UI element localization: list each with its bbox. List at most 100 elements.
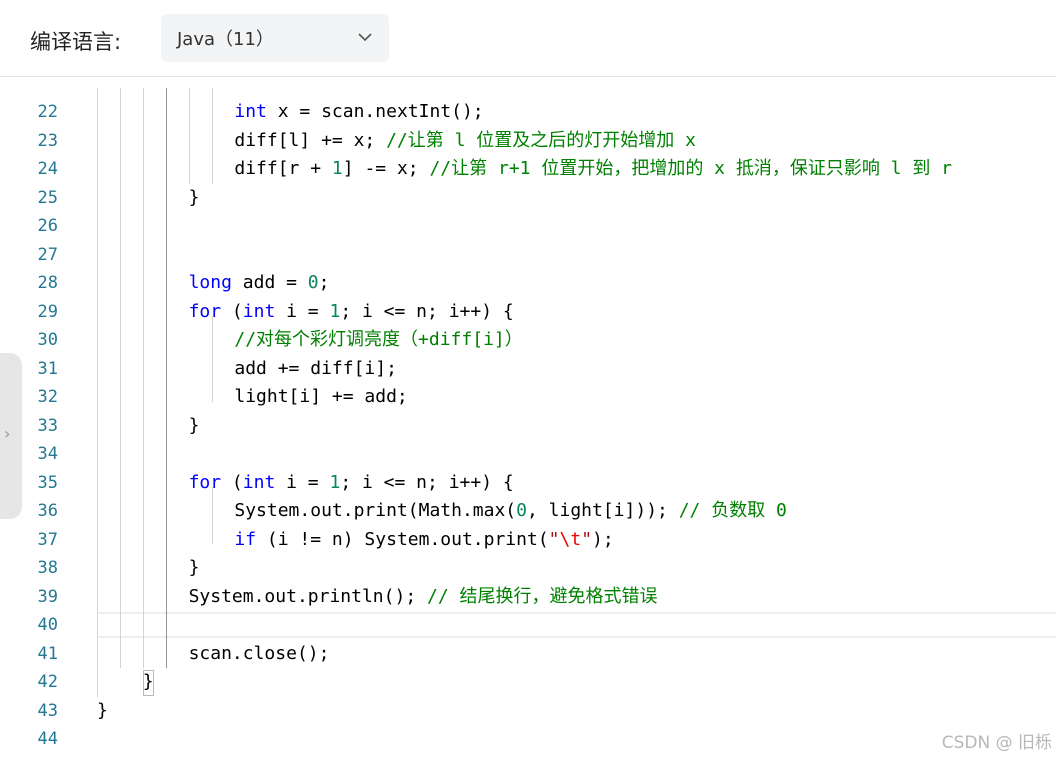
toolbar: 编译语言: Java（11） xyxy=(0,0,1056,77)
line-number: 40 xyxy=(37,615,58,635)
code-token: ; xyxy=(318,272,330,293)
code-line: 26 xyxy=(0,212,1056,241)
code-line: 41 scan.close(); xyxy=(0,640,1056,669)
code-line: 24 diff[r + 1] -= x; //让第 r+1 位置开始，把增加的 x… xyxy=(0,155,1056,184)
code-line: 23 diff[l] += x; //让第 l 位置及之后的灯开始增加 x xyxy=(0,127,1056,156)
code-line: 40 xyxy=(0,611,1056,640)
code-text: add += diff[i]; xyxy=(234,355,397,384)
code-token: ; i <= n; i++) { xyxy=(340,471,514,493)
code-text: long add = 0; xyxy=(189,269,330,298)
code-editor[interactable]: 22 int x = scan.nextInt(); 23 diff[l] += x;… xyxy=(0,88,1056,759)
code-line: 31 add += diff[i]; xyxy=(0,355,1056,384)
code-line: 27 xyxy=(0,241,1056,270)
language-select[interactable]: Java（11） xyxy=(161,14,389,62)
code-line: 39 System.out.println(); // 结尾换行，避免格式错误 xyxy=(0,583,1056,612)
code-text: diff[r + 1] -= x; //让第 r+1 位置开始，把增加的 x 抵… xyxy=(234,155,952,184)
code-token: int xyxy=(242,471,276,493)
code-token: 1 xyxy=(329,471,341,493)
watermark: CSDN @ 旧栎 xyxy=(941,733,1052,753)
code-token: // 负数取 0 xyxy=(678,500,787,521)
code-line: 36 System.out.print(Math.max(0, light[i])… xyxy=(0,497,1056,526)
code-line: 35 for (int i = 1; i <= n; i++) { xyxy=(0,469,1056,498)
code-line: 33} xyxy=(0,412,1056,441)
code-token: //对每个彩灯调亮度（+diff[i]） xyxy=(234,329,523,350)
line-number: 24 xyxy=(37,159,58,179)
code-text: if (i != n) System.out.print("\t"); xyxy=(234,526,613,555)
code-text: } xyxy=(143,668,154,697)
code-text: } xyxy=(97,697,108,726)
code-token: x = scan.nextInt(); xyxy=(277,101,484,122)
code-token: i = xyxy=(275,471,330,493)
code-token: ( xyxy=(221,471,243,493)
line-number: 38 xyxy=(37,558,58,578)
code-line: 28 long add = 0; xyxy=(0,269,1056,298)
sidebar-toggle[interactable]: › xyxy=(0,353,22,519)
code-text: light[i] += add; xyxy=(234,383,407,412)
code-token: } xyxy=(188,186,200,208)
code-token: ); xyxy=(592,528,614,550)
code-text: int x = scan.nextInt(); xyxy=(234,98,483,127)
code-line: 42} xyxy=(0,668,1056,697)
code-token: for xyxy=(188,300,222,322)
code-line: 43} xyxy=(0,697,1056,726)
code-token: System.out.print(Math.max( xyxy=(234,500,517,521)
code-token: 0 xyxy=(307,272,319,293)
code-text: scan.close(); xyxy=(189,640,330,669)
code-line: 29 for (int i = 1; i <= n; i++) { xyxy=(0,298,1056,327)
code-token: ( xyxy=(221,300,243,322)
code-text: for (int i = 1; i <= n; i++) { xyxy=(189,469,514,498)
code-token: //让第 l 位置及之后的灯开始增加 x xyxy=(386,129,696,151)
line-number: 22 xyxy=(37,102,58,122)
code-token: add += diff[i]; xyxy=(234,357,397,379)
line-number: 41 xyxy=(37,643,58,664)
code-token: (i != n) System.out.print( xyxy=(256,528,549,550)
code-token: i = xyxy=(275,300,330,322)
code-token: diff[r + xyxy=(234,158,332,179)
code-token: for xyxy=(188,471,222,493)
code-token: int xyxy=(234,101,278,122)
code-token: } xyxy=(188,414,200,436)
code-token: add = xyxy=(231,272,308,293)
line-number: 29 xyxy=(37,301,58,322)
line-number: 28 xyxy=(37,273,58,293)
code-text: System.out.println(); // 结尾换行，避免格式错误 xyxy=(189,583,658,612)
language-select-value: Java（11） xyxy=(177,29,274,50)
code-token: 0 xyxy=(516,500,527,521)
code-token: //让第 r+1 位置开始，把增加的 x 抵消，保证只影响 l 到 r xyxy=(429,158,953,179)
code-text: } xyxy=(189,184,200,213)
code-text: System.out.print(Math.max(0, light[i]));… xyxy=(234,497,787,526)
code-token: scan.close(); xyxy=(188,642,330,664)
code-text: diff[l] += x; //让第 l 位置及之后的灯开始增加 x xyxy=(234,127,696,156)
code-line: 38} xyxy=(0,554,1056,583)
code-line: 22 int x = scan.nextInt(); xyxy=(0,98,1056,127)
code-token: diff[l] += x; xyxy=(234,129,387,151)
code-token: , light[i])); xyxy=(526,500,679,521)
code-line: 32 light[i] += add; xyxy=(0,383,1056,412)
code-token: " xyxy=(548,528,560,550)
code-text: //对每个彩灯调亮度（+diff[i]） xyxy=(234,326,522,355)
code-line: 25} xyxy=(0,184,1056,213)
code-text: for (int i = 1; i <= n; i++) { xyxy=(189,298,514,327)
code-line: 44 xyxy=(0,725,1056,754)
code-token: int xyxy=(242,300,276,322)
code-token: light[i] += add; xyxy=(234,386,408,407)
code-token: \t xyxy=(559,528,582,550)
line-number: 44 xyxy=(37,729,58,749)
line-number: 39 xyxy=(37,586,58,607)
line-number: 37 xyxy=(37,529,58,550)
code-text: } xyxy=(189,412,200,441)
code-token: } xyxy=(188,557,200,578)
code-token: // 结尾换行，避免格式错误 xyxy=(427,585,658,607)
code-token: " xyxy=(581,528,593,550)
line-number: 43 xyxy=(37,700,58,721)
chevron-down-icon xyxy=(358,33,372,42)
chevron-right-icon: › xyxy=(4,424,11,443)
code-token: } xyxy=(142,671,154,692)
line-number: 27 xyxy=(37,244,58,265)
code-token: ; i <= n; i++) { xyxy=(340,300,514,322)
line-number: 23 xyxy=(37,130,58,151)
code-line: 37 if (i != n) System.out.print("\t"); xyxy=(0,526,1056,555)
language-label: 编译语言: xyxy=(30,30,122,54)
code-token: if xyxy=(234,528,257,550)
code-token: ] -= x; xyxy=(342,158,430,179)
